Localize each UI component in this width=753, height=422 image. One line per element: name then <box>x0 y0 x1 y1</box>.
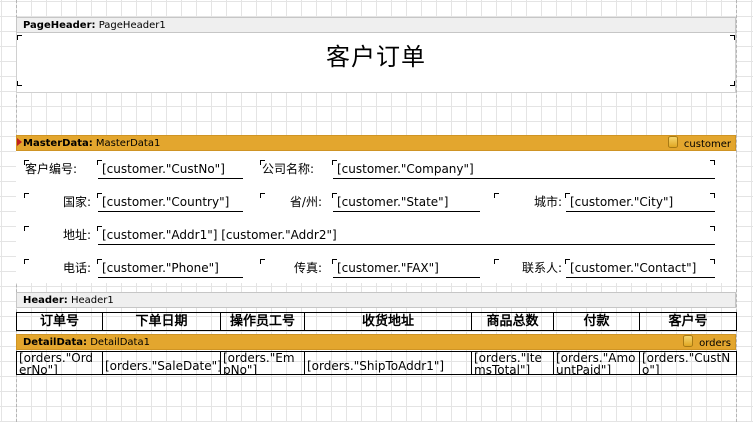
corner-mark <box>710 160 715 165</box>
database-icon <box>683 335 694 347</box>
detail-cell-emp-no[interactable]: [orders."EmpNo"] <box>220 351 305 375</box>
master-data-band[interactable]: MasterData: MasterData1 customer 客户编号: [… <box>16 135 736 283</box>
report-title[interactable]: 客户订单 <box>17 37 735 72</box>
master-data-band-title[interactable]: MasterData: MasterData1 customer <box>16 135 736 151</box>
column-header-order-no[interactable]: 订单号 <box>16 312 103 331</box>
detail-data-band-title[interactable]: DetailData: DetailData1 orders <box>16 334 736 350</box>
band-marker-icon <box>17 138 22 146</box>
field-city[interactable]: [customer."City"] <box>566 195 715 212</box>
page-header-area: 客户订单 <box>16 33 736 93</box>
column-header-ship-addr[interactable]: 收货地址 <box>304 312 472 331</box>
master-data-area: 客户编号: [customer."CustNo"] 公司名称: [custome… <box>16 151 736 283</box>
detail-cell-cust-no[interactable]: [orders."CustNo"] <box>639 351 737 375</box>
detail-datasource[interactable]: orders <box>683 335 731 351</box>
page-header-band-title[interactable]: PageHeader: PageHeader1 <box>16 17 736 33</box>
header-band-title[interactable]: Header: Header1 <box>16 292 736 308</box>
detail-cell-sale-date[interactable]: [orders."SaleDate"] <box>102 351 221 375</box>
corner-mark <box>17 81 22 86</box>
field-cust-no[interactable]: [customer."CustNo"] <box>98 162 243 179</box>
label-cust-no[interactable]: 客户编号: <box>25 162 77 176</box>
label-company[interactable]: 公司名称: <box>262 162 314 176</box>
detail-cell-order-no[interactable]: [orders."OrderNo"] <box>16 351 103 375</box>
column-header-row: 订单号 下单日期 操作员工号 收货地址 商品总数 付款 客户号 <box>16 312 737 331</box>
detail-cell-items-total[interactable]: [orders."ItemsTotal"] <box>471 351 554 375</box>
label-state[interactable]: 省/州: <box>262 195 322 209</box>
field-country[interactable]: [customer."Country"] <box>98 195 243 212</box>
column-header-sale-date[interactable]: 下单日期 <box>102 312 221 331</box>
label-phone[interactable]: 电话: <box>25 261 91 275</box>
field-company[interactable]: [customer."Company"] <box>333 162 715 179</box>
detail-cell-ship-addr[interactable]: [orders."ShipToAddr1"] <box>304 351 472 375</box>
field-fax[interactable]: [customer."FAX"] <box>333 261 480 278</box>
column-header-amount-paid[interactable]: 付款 <box>553 312 640 331</box>
corner-mark <box>710 226 715 231</box>
corner-mark <box>730 81 735 86</box>
detail-cell-amount-paid[interactable]: [orders."AmountPaid"] <box>553 351 640 375</box>
header-band[interactable]: Header: Header1 订单号 下单日期 操作员工号 收货地址 商品总数… <box>16 292 737 332</box>
detail-data-band[interactable]: DetailData: DetailData1 orders [orders."… <box>16 334 737 378</box>
label-country[interactable]: 国家: <box>25 195 91 209</box>
column-header-cust-no[interactable]: 客户号 <box>639 312 737 331</box>
label-address[interactable]: 地址: <box>25 228 91 242</box>
field-address[interactable]: [customer."Addr1"] [customer."Addr2"] <box>98 228 715 245</box>
label-city[interactable]: 城市: <box>496 195 562 209</box>
corner-mark <box>710 193 715 198</box>
column-header-emp-no[interactable]: 操作员工号 <box>220 312 305 331</box>
label-fax[interactable]: 传真: <box>262 261 322 275</box>
label-contact[interactable]: 联系人: <box>496 261 562 275</box>
master-datasource[interactable]: customer <box>667 136 731 152</box>
page-header-band[interactable]: PageHeader: PageHeader1 客户订单 <box>16 17 736 93</box>
field-state[interactable]: [customer."State"] <box>333 195 480 212</box>
corner-mark <box>710 259 715 264</box>
field-phone[interactable]: [customer."Phone"] <box>98 261 243 278</box>
column-header-items-total[interactable]: 商品总数 <box>471 312 554 331</box>
database-icon <box>667 136 678 148</box>
field-contact[interactable]: [customer."Contact"] <box>566 261 715 278</box>
detail-row: [orders."OrderNo"] [orders."SaleDate"] [… <box>16 351 737 375</box>
